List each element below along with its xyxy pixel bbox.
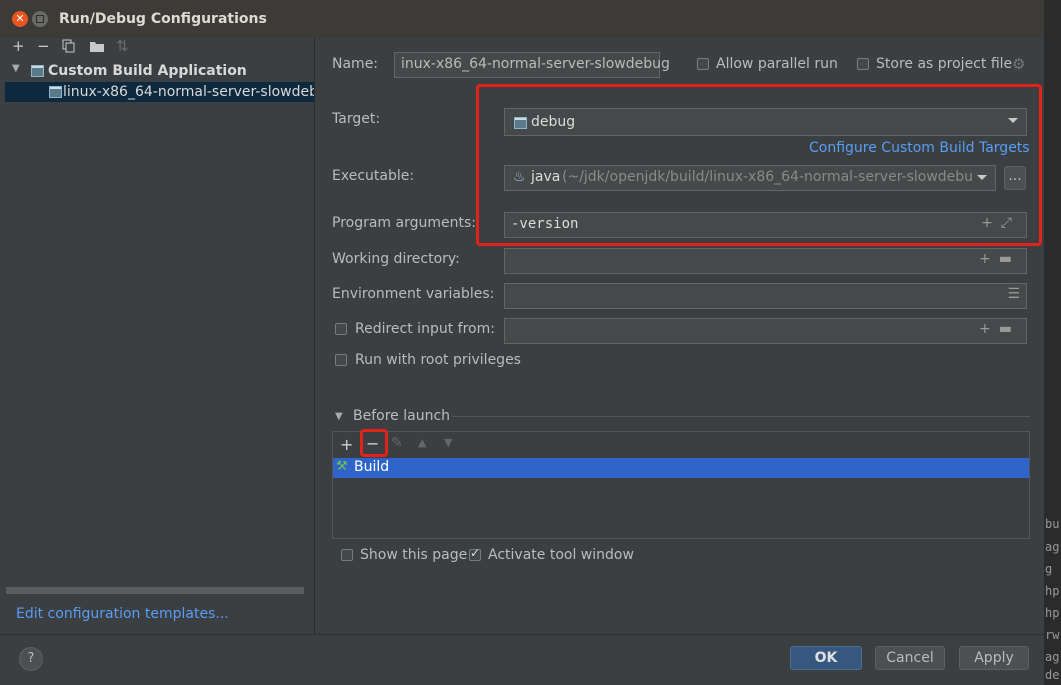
tree-node-label: linux-x86_64-normal-server-slowdebug (63, 84, 314, 100)
before-launch-toolbar: + − ✎ ▲ ▼ (333, 432, 1029, 458)
allow-parallel-run-label: Allow parallel run (716, 56, 838, 72)
cancel-button[interactable]: Cancel (875, 646, 945, 670)
configuration-tree-panel (0, 38, 315, 634)
configuration-icon (49, 86, 62, 98)
document-icon[interactable]: ☰ (1007, 286, 1020, 302)
folder-icon[interactable] (89, 39, 105, 55)
program-arguments-label: Program arguments: (332, 215, 476, 231)
divider (452, 416, 1030, 417)
background-text: bu (1045, 517, 1060, 531)
allow-parallel-run-checkbox[interactable] (697, 58, 709, 70)
store-as-project-file-checkbox[interactable] (857, 58, 869, 70)
tree-node-custom-build-application[interactable]: ▼ Custom Build Application (12, 61, 312, 81)
background-text: rw (1045, 628, 1060, 642)
tree-node-selected-configuration[interactable]: linux-x86_64-normal-server-slowdebug (5, 82, 314, 102)
background-text: hp (1045, 606, 1060, 620)
remove-highlight-box (360, 429, 388, 457)
chevron-down-icon[interactable]: ▼ (12, 63, 20, 74)
background-text: ag (1045, 540, 1060, 554)
ok-button[interactable]: OK (790, 646, 862, 670)
store-as-project-file-label: Store as project file (876, 56, 1013, 72)
add-task-icon[interactable]: + (340, 435, 353, 454)
add-icon[interactable]: + (12, 39, 25, 54)
edit-task-icon[interactable]: ✎ (391, 435, 403, 451)
close-window-icon[interactable]: ✕ (12, 11, 28, 27)
configuration-icon (31, 65, 44, 77)
working-directory-field[interactable]: +▬ (504, 248, 1027, 274)
redirect-input-label: Redirect input from: (355, 321, 495, 337)
name-field[interactable]: inux-x86_64-normal-server-slowdebug (394, 52, 670, 78)
root-privileges-checkbox[interactable] (335, 354, 347, 366)
folder-browse-icon[interactable]: +▬ (979, 321, 1020, 337)
build-hammer-icon: ⚒ (336, 459, 348, 474)
before-launch-item-build[interactable]: ⚒ Build (333, 458, 1029, 478)
background-text: g (1045, 562, 1053, 576)
gear-icon[interactable]: ⚙ (1012, 55, 1025, 73)
chevron-down-icon[interactable]: ▼ (335, 411, 343, 422)
working-directory-label: Working directory: (332, 251, 460, 267)
background-text: ag (1045, 650, 1060, 664)
background-editor-strip (1044, 0, 1061, 684)
remove-icon[interactable]: − (37, 39, 50, 54)
maximize-window-icon[interactable] (32, 11, 48, 27)
highlight-box (476, 84, 1042, 246)
environment-variables-field[interactable]: ☰ (504, 283, 1027, 309)
show-this-page-checkbox[interactable] (341, 549, 353, 561)
move-down-icon[interactable]: ▼ (444, 436, 452, 449)
tree-node-label: Custom Build Application (48, 63, 247, 79)
show-this-page-label: Show this page (360, 547, 468, 563)
edit-templates-link[interactable]: Edit configuration templates... (16, 606, 229, 622)
redirect-input-checkbox[interactable] (335, 323, 347, 335)
environment-variables-label: Environment variables: (332, 286, 495, 302)
copy-icon[interactable] (62, 39, 76, 55)
activate-tool-window-label: Activate tool window (488, 547, 634, 563)
name-label: Name: (332, 56, 379, 72)
executable-label: Executable: (332, 168, 415, 184)
root-privileges-label: Run with root privileges (355, 352, 521, 368)
title-bar: ✕ Run/Debug Configurations (0, 0, 1044, 39)
target-label: Target: (332, 111, 381, 127)
build-task-label: Build (354, 459, 390, 475)
horizontal-scrollbar[interactable] (6, 587, 304, 594)
activate-tool-window-checkbox[interactable] (469, 546, 481, 561)
before-launch-title: Before launch (353, 408, 451, 424)
apply-button[interactable]: Apply (959, 646, 1029, 670)
redirect-input-field[interactable]: +▬ (504, 318, 1027, 344)
help-button[interactable]: ? (19, 647, 43, 671)
folder-browse-icon[interactable]: +▬ (979, 251, 1020, 267)
background-text: de (1045, 668, 1060, 682)
window-title: Run/Debug Configurations (59, 11, 267, 27)
background-text: hp (1045, 584, 1060, 598)
sort-icon[interactable]: ⇅ (116, 39, 129, 54)
move-up-icon[interactable]: ▲ (418, 436, 426, 449)
